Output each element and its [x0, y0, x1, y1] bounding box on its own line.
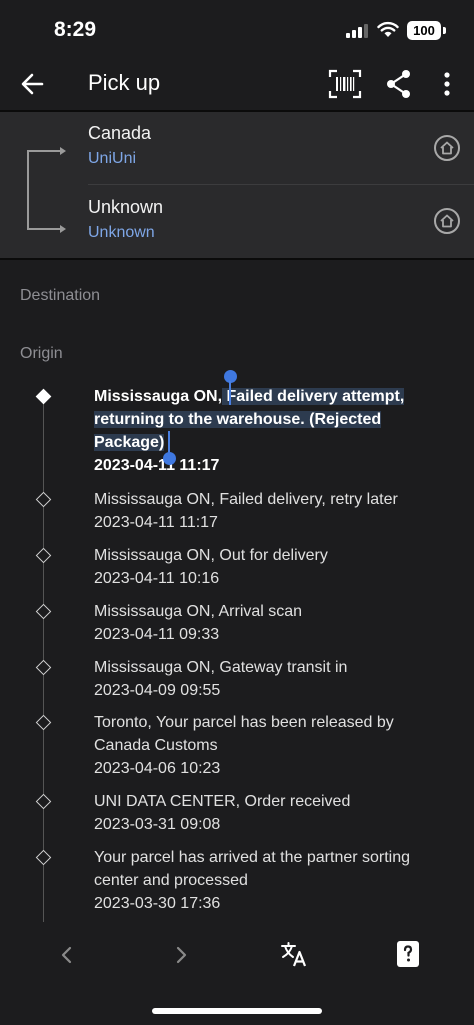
event-text: UNI DATA CENTER, Order received 2023-03-…: [94, 790, 444, 836]
event-location: Mississauga ON,: [94, 388, 223, 405]
event-time: 2023-04-09 09:55: [94, 682, 221, 699]
route-separator: [88, 184, 474, 185]
event-description: Mississauga ON, Failed delivery, retry l…: [94, 491, 398, 508]
status-bar: 8:29 100: [0, 0, 474, 60]
barcode-scan-icon: [328, 69, 362, 99]
more-options-button[interactable]: [432, 66, 462, 102]
translate-icon: [281, 942, 307, 967]
event-text: Toronto, Your parcel has been released b…: [94, 711, 444, 780]
timeline-dot-icon: [35, 793, 52, 810]
chevron-right-icon: [176, 946, 187, 964]
route-destination-name: Unknown: [88, 197, 164, 217]
battery-indicator: 100: [407, 21, 441, 40]
event-time: 2023-04-06 10:23: [94, 760, 221, 777]
timeline-dot-icon: [35, 849, 52, 866]
wifi-icon: [377, 21, 399, 37]
event-text: Mississauga ON, Failed delivery, retry l…: [94, 488, 444, 534]
timeline-dot-icon: [35, 659, 52, 676]
timeline-dot-icon: [35, 388, 52, 405]
destination-home-button[interactable]: [433, 207, 461, 235]
route-destination[interactable]: Unknown Unknown: [88, 197, 418, 242]
home-indicator[interactable]: [152, 1008, 322, 1014]
help-card-icon: [397, 941, 419, 967]
route-connector-icon: [27, 147, 66, 233]
route-panel: Canada UniUni Unknown Unknown: [0, 112, 474, 258]
route-origin-name: Canada: [88, 123, 152, 143]
event-description: UNI DATA CENTER, Order received: [94, 793, 351, 810]
status-time: 8:29: [54, 18, 97, 41]
timeline-dot-icon: [35, 547, 52, 564]
event-text: Mississauga ON, Out for delivery 2023-04…: [94, 544, 444, 590]
event-text: Mississauga ON, Arrival scan 2023-04-11 …: [94, 600, 444, 646]
battery-tip: [443, 27, 446, 34]
barcode-scan-button[interactable]: [327, 68, 363, 100]
cellular-signal-icon: [346, 24, 368, 38]
previous-button[interactable]: [54, 942, 80, 968]
help-button[interactable]: [396, 940, 420, 968]
home-circle-icon: [434, 208, 460, 234]
event-time: 2023-04-11 11:17: [94, 457, 220, 474]
timeline-dot-icon: [35, 714, 52, 731]
timeline-dot-icon: [35, 603, 52, 620]
event-time: 2023-04-11 10:16: [94, 570, 220, 587]
event-time: 2023-04-11 11:17: [94, 514, 218, 531]
event-time: 2023-04-11 09:33: [94, 626, 220, 643]
route-divider: [0, 258, 474, 260]
home-circle-icon: [434, 135, 460, 161]
event-text: Mississauga ON, Failed delivery attempt,…: [94, 385, 444, 477]
event-description: Mississauga ON, Arrival scan: [94, 603, 303, 620]
timeline-dot-icon: [35, 491, 52, 508]
route-origin-carrier[interactable]: UniUni: [88, 150, 418, 168]
event-time: 2023-03-30 17:36: [94, 895, 221, 912]
origin-home-button[interactable]: [433, 134, 461, 162]
event-text: Your parcel has arrived at the partner s…: [94, 846, 444, 915]
bottom-toolbar: [0, 928, 474, 988]
translate-button[interactable]: [280, 940, 308, 968]
arrow-left-icon: [21, 73, 44, 95]
share-icon: [387, 70, 410, 98]
share-button[interactable]: [383, 66, 415, 102]
route-origin[interactable]: Canada UniUni: [88, 123, 418, 168]
event-text: Mississauga ON, Gateway transit in 2023-…: [94, 656, 444, 702]
event-description: Mississauga ON, Gateway transit in: [94, 659, 348, 676]
chevron-left-icon: [61, 946, 72, 964]
event-description: Your parcel has arrived at the partner s…: [94, 849, 411, 889]
app-bar: Pick up: [0, 58, 474, 110]
more-vertical-icon: [444, 72, 450, 96]
selection-start-bar: [229, 381, 231, 405]
selection-end-handle[interactable]: [163, 452, 176, 465]
event-time: 2023-03-31 09:08: [94, 816, 221, 833]
origin-section-label[interactable]: Origin: [20, 345, 63, 363]
event-description: Mississauga ON, Out for delivery: [94, 547, 328, 564]
back-button[interactable]: [14, 64, 54, 104]
page-title: Pick up: [88, 70, 161, 95]
route-destination-carrier[interactable]: Unknown: [88, 224, 418, 242]
destination-section-label[interactable]: Destination: [20, 287, 100, 305]
next-button[interactable]: [168, 942, 194, 968]
event-description: Toronto, Your parcel has been released b…: [94, 714, 394, 754]
